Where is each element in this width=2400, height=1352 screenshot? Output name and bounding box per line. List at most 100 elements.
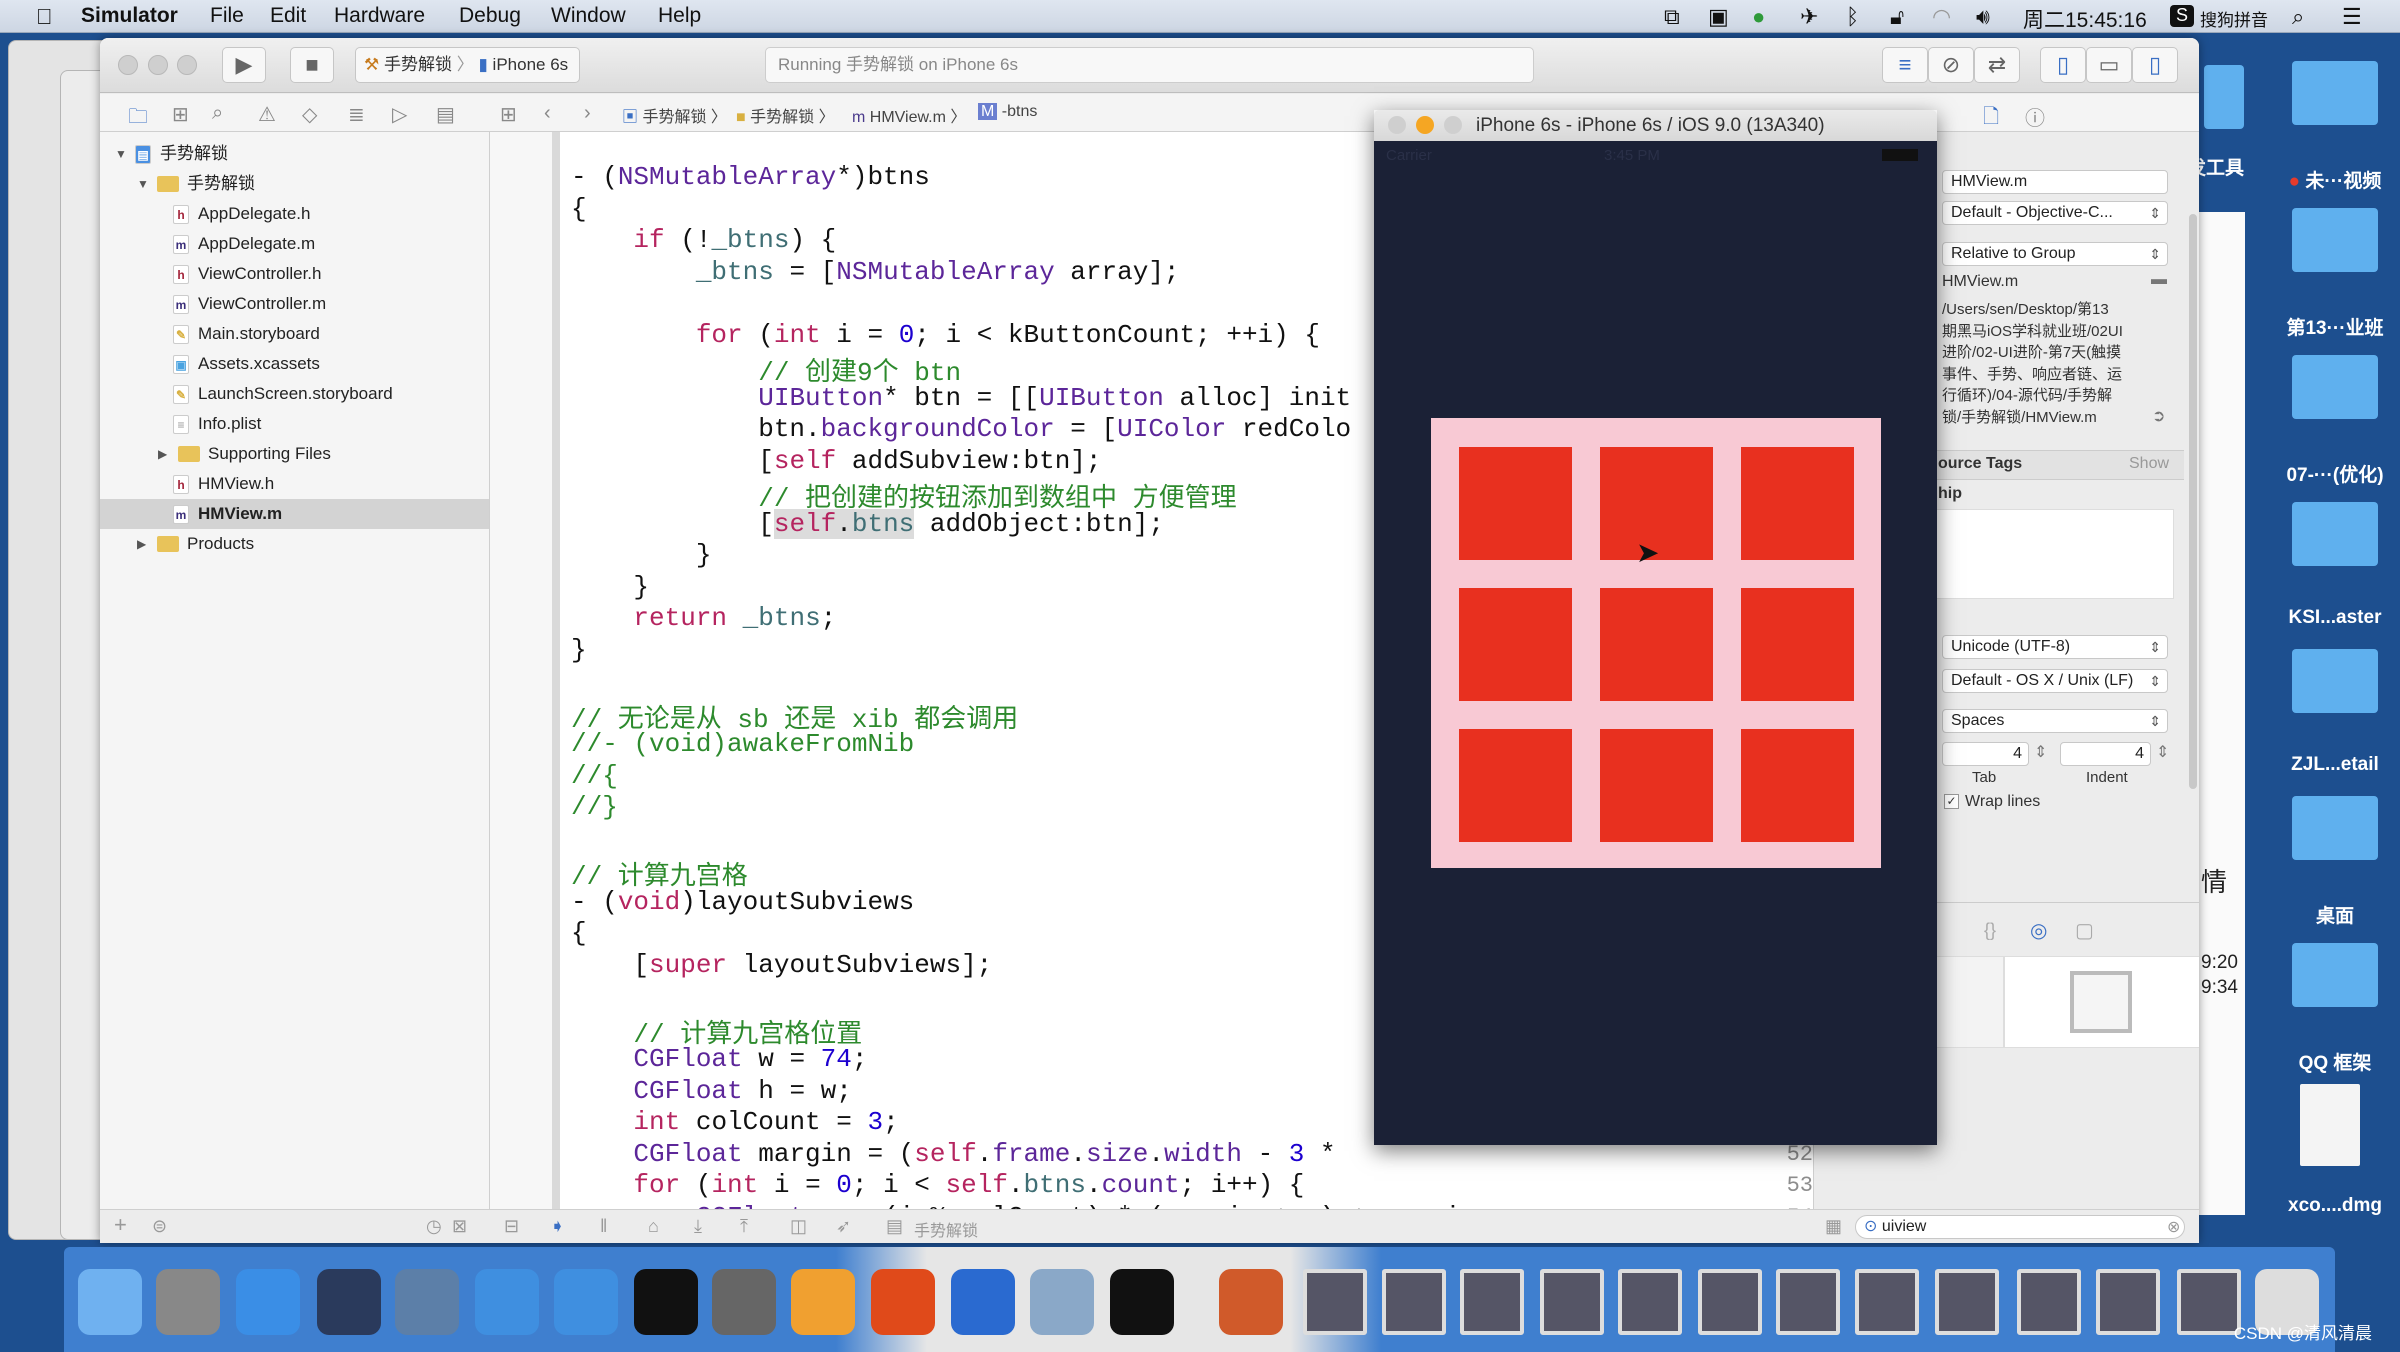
simulate-location-icon[interactable]: ➶ <box>836 1216 851 1237</box>
library-item[interactable] <box>1934 956 2004 1048</box>
version-editor-icon[interactable]: ⇄ <box>1974 47 2020 83</box>
code-line[interactable]: //{ <box>571 761 618 791</box>
scheme-selector[interactable]: ⚒ 手势解锁 〉 ▮ iPhone 6s <box>355 47 580 83</box>
xcode-beta-icon[interactable] <box>554 1269 619 1335</box>
navigator-item[interactable]: m AppDelegate.m <box>100 229 489 259</box>
navigator-item[interactable]: ✎ Main.storyboard <box>100 319 489 349</box>
forward-icon[interactable]: › <box>584 102 591 125</box>
code-line[interactable]: } <box>571 572 649 602</box>
scm-status-icon[interactable]: ⊠ <box>452 1216 467 1237</box>
sketch-icon[interactable] <box>791 1269 856 1335</box>
issue-navigator-icon[interactable]: ⚠ <box>258 102 276 127</box>
assistant-editor-icon[interactable]: ⊘ <box>1928 47 1974 83</box>
video-record-icon[interactable]: ▣ <box>1708 4 1729 30</box>
p-app-icon[interactable] <box>871 1269 936 1335</box>
symbol-navigator-icon[interactable]: ⊞ <box>172 102 189 127</box>
breadcrumb-group[interactable]: ■ 手势解锁 〉 <box>736 103 835 127</box>
code-line[interactable]: for (int i = 0; i < kButtonCount; ++i) { <box>571 320 1320 350</box>
code-line[interactable]: //} <box>571 792 618 822</box>
window-4-icon[interactable] <box>1539 1269 1604 1335</box>
system-preferences-icon[interactable] <box>711 1269 776 1335</box>
zoom-button[interactable] <box>177 55 197 75</box>
navigator-item[interactable]: ▼ ▤ 手势解锁 <box>100 139 489 169</box>
location-select[interactable]: Relative to Group ⇕ <box>1942 242 2168 266</box>
file-inspector-icon[interactable]: 🗋︎ <box>1983 102 1999 136</box>
step-over-icon[interactable]: ⌂ <box>648 1216 659 1237</box>
toggle-debug-area-icon[interactable]: ▭ <box>2086 47 2132 83</box>
apple-menu-icon[interactable]:  <box>36 4 53 30</box>
breadcrumb-file[interactable]: m HMView.m 〉 <box>852 103 966 127</box>
close-button[interactable] <box>1388 116 1406 134</box>
menu-edit[interactable]: Edit <box>270 4 306 28</box>
code-line[interactable]: _btns = [NSMutableArray array]; <box>571 257 1180 287</box>
folder-icon[interactable] <box>2204 65 2244 129</box>
breadcrumb-project[interactable]: ▣ 手势解锁 〉 <box>622 103 727 127</box>
safari-icon[interactable] <box>235 1269 300 1335</box>
indent-width-field[interactable]: 4 <box>2060 742 2151 766</box>
step-into-icon[interactable]: ⤓ <box>694 1216 702 1237</box>
console-icon[interactable] <box>1109 1269 1174 1335</box>
close-button[interactable] <box>118 55 138 75</box>
object-library-icon[interactable]: ◎ <box>2030 918 2047 943</box>
clear-filter-icon[interactable]: ⊗ <box>2167 1217 2180 1237</box>
navigator-item[interactable]: ▼ 手势解锁 <box>100 169 489 199</box>
simulator-title-bar[interactable]: iPhone 6s - iPhone 6s / iOS 9.0 (13A340) <box>1374 110 1937 141</box>
window-9-icon[interactable] <box>1934 1269 1999 1335</box>
minimize-button[interactable] <box>1416 116 1434 134</box>
debug-navigator-icon[interactable]: ≣ <box>348 102 365 127</box>
folder-icon[interactable] <box>2292 502 2378 566</box>
desktop-label[interactable]: 07-···(优化) <box>2260 460 2400 487</box>
line-endings-select[interactable]: Default - OS X / Unix (LF) ⇕ <box>1942 669 2168 693</box>
folder-icon[interactable] <box>2292 649 2378 713</box>
tab-width-field[interactable]: 4 <box>1942 742 2029 766</box>
filter-icon[interactable]: ⊜ <box>152 1216 167 1237</box>
menu-help[interactable]: Help <box>658 4 701 28</box>
window-8-icon[interactable] <box>1855 1269 1920 1335</box>
text-encoding-select[interactable]: Unicode (UTF-8) ⇕ <box>1942 635 2168 659</box>
minimize-button[interactable] <box>148 55 168 75</box>
reveal-in-finder-icon[interactable]: ➲ <box>2152 406 2165 426</box>
finder-icon[interactable] <box>78 1269 143 1335</box>
library-filter-field[interactable]: ⊙ uiview <box>1855 1215 2185 1239</box>
notification-center-icon[interactable]: ☰ <box>2342 4 2362 30</box>
code-line[interactable]: //- (void)awakeFromNib <box>571 729 914 759</box>
code-line[interactable]: CGFloat h = w; <box>571 1076 851 1106</box>
spotlight-icon[interactable]: ⌕ <box>2292 4 2304 30</box>
inspector-scrollbar[interactable] <box>2189 214 2197 789</box>
toggle-navigator-icon[interactable]: ▯ <box>2040 47 2086 83</box>
window-6-icon[interactable] <box>1697 1269 1762 1335</box>
code-line[interactable]: { <box>571 194 587 224</box>
pause-icon[interactable]: ‖ <box>600 1216 607 1237</box>
breadcrumb-symbol[interactable]: M -btns <box>978 103 1037 121</box>
related-items-icon[interactable]: ⊞ <box>500 102 517 127</box>
folder-icon[interactable] <box>2292 208 2378 272</box>
file-type-select[interactable]: Default - Objective-C... ⇕ <box>1942 201 2168 225</box>
recent-files-icon[interactable]: ◷ <box>426 1216 442 1237</box>
code-line[interactable]: CGFloat w = 74; <box>571 1044 867 1074</box>
grid-button[interactable] <box>1459 729 1572 842</box>
teamviewer-icon[interactable] <box>950 1269 1015 1335</box>
disclosure-open-icon[interactable]: ▼ <box>115 139 127 169</box>
grid-button[interactable] <box>1459 588 1572 701</box>
window-3-icon[interactable] <box>1460 1269 1525 1335</box>
desktop-label[interactable]: QQ 框架 <box>2260 1048 2400 1075</box>
code-line[interactable]: CGFloat margin = (self.frame.size.width … <box>571 1139 1335 1169</box>
navigator-item[interactable]: ▶ Supporting Files <box>100 439 489 469</box>
code-snippet-library-icon[interactable]: {} <box>1984 920 1996 941</box>
menu-clock[interactable]: 周二15:45:16 <box>2023 4 2147 34</box>
terminal-icon[interactable] <box>633 1269 698 1335</box>
navigator-item[interactable]: ▶ Products <box>100 529 489 559</box>
menu-window[interactable]: Window <box>551 4 626 28</box>
hmview[interactable] <box>1431 418 1881 868</box>
grid-button[interactable] <box>1600 588 1713 701</box>
window-11-icon[interactable] <box>2095 1269 2160 1335</box>
code-line[interactable]: [self addSubview:btn]; <box>571 446 1101 476</box>
input-method[interactable]: 搜狗拼音 <box>2200 6 2268 31</box>
disclosure-closed-icon[interactable]: ▶ <box>158 439 167 469</box>
sogou-icon[interactable]: S <box>2170 5 2194 27</box>
find-navigator-icon[interactable]: ⌕ <box>212 102 223 125</box>
back-icon[interactable]: ‹ <box>544 102 551 125</box>
library-grid-icon[interactable]: ▦ <box>1825 1216 1842 1237</box>
target-membership-list[interactable] <box>1934 509 2174 599</box>
wifi-icon[interactable]: ◠ <box>1932 4 1951 30</box>
